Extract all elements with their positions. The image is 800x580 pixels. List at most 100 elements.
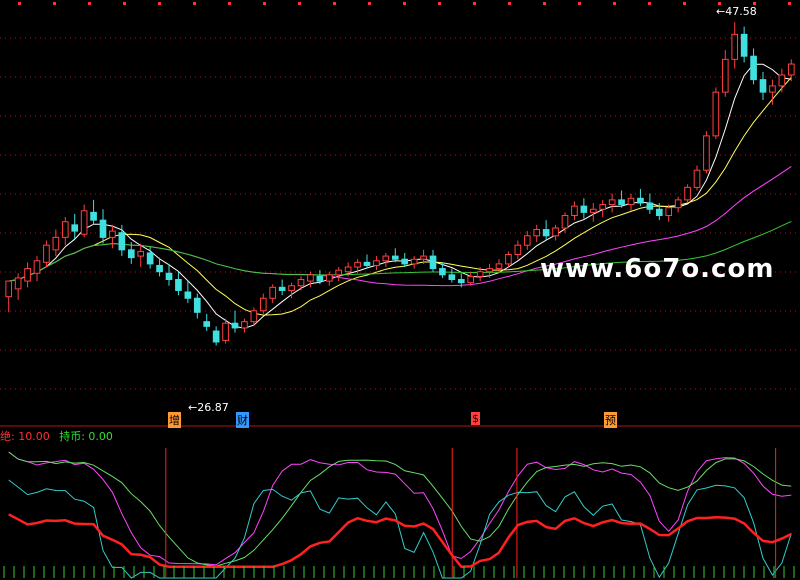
candle-body-51 [486,268,493,273]
candle-body-23 [222,322,229,341]
candle-body-75 [712,91,720,137]
candle-body-24 [231,322,239,329]
event-marker-dividend[interactable]: $ [471,412,480,425]
candle-body-2 [24,268,31,282]
low-price-value: 26.87 [197,401,229,414]
top-axis-tick-14 [508,2,511,5]
top-axis-tick-2 [88,2,91,5]
candle-body-19 [184,291,192,299]
candle-body-30 [288,285,295,291]
top-axis-tick-13 [473,2,476,5]
candle-body-54 [514,244,522,256]
candle-body-50 [476,271,484,277]
ma-line-5 [8,63,792,329]
candle-body-62 [589,208,597,213]
top-axis-tick-15 [543,2,546,5]
candle-body-65 [618,199,625,206]
candle-body-61 [580,205,588,213]
candle-body-11 [109,230,116,238]
candle-body-76 [721,58,729,93]
candle-body-63 [599,204,607,210]
candle-body-29 [278,286,286,291]
candle-body-64 [608,199,616,206]
event-marker-increase[interactable]: 增 [168,412,181,428]
candle-body-83 [787,63,795,76]
top-axis-tick-18 [648,2,651,5]
candle-body-43 [410,258,418,265]
top-axis-tick-12 [438,2,441,5]
candle-body-57 [542,229,550,237]
candle-body-10 [99,219,107,238]
candle-body-1 [14,277,22,290]
candle-body-56 [533,229,541,237]
candle-body-9 [90,211,97,221]
top-axis-tick-1 [53,2,56,5]
candle-body-27 [259,297,267,312]
event-marker-finance[interactable]: 财 [236,412,249,428]
top-axis-tick-6 [228,2,231,5]
candle-body-41 [391,255,399,260]
candle-body-31 [297,279,305,287]
candle-body-18 [175,279,182,291]
candle-body-48 [457,279,465,284]
candle-body-15 [146,252,154,265]
candle-body-37 [354,261,361,268]
candlestick-chart [0,2,800,579]
candle-body-16 [156,264,163,273]
top-axis-tick-17 [613,2,616,5]
candle-body-58 [552,227,559,237]
candle-body-26 [250,310,258,323]
high-arrow-icon: ← [716,5,726,18]
top-axis-tick-7 [263,2,266,5]
candle-body-53 [505,254,512,265]
top-axis-tick-8 [298,2,301,5]
candle-body-55 [523,235,531,246]
candle-body-22 [212,330,220,343]
indicator-line-cyan [8,479,792,579]
candle-body-66 [627,197,635,206]
candle-body-0 [5,280,13,298]
candle-body-17 [165,272,173,281]
candle-body-34 [325,274,333,282]
candle-body-72 [684,186,691,201]
top-axis-tick-4 [158,2,161,5]
indicator-legend: 绝: 10.00 持币: 0.00 [0,428,119,444]
candle-body-3 [33,260,41,274]
candle-body-4 [43,244,50,263]
low-arrow-icon: ← [188,401,198,414]
sell-signal-label: 绝: 10.00 [0,430,50,443]
candle-body-42 [401,258,409,265]
candle-body-45 [429,255,437,270]
candle-body-60 [571,205,578,216]
candle-body-25 [241,321,248,329]
candle-body-80 [759,79,767,93]
top-axis-tick-10 [368,2,371,5]
candle-body-78 [740,33,748,57]
candle-body-69 [655,208,663,216]
candle-body-20 [193,297,201,313]
watermark-text: www.6o7o.com [540,254,775,284]
high-price-label: ←47.58 [716,5,757,18]
candle-body-70 [665,207,673,216]
candle-body-74 [703,135,710,171]
candle-body-79 [750,55,757,81]
candle-body-46 [439,268,446,276]
candle-body-71 [674,199,682,209]
low-price-label: ←26.87 [188,401,229,414]
event-marker-label: 增 [169,414,180,427]
candle-body-38 [363,261,371,266]
candle-body-36 [344,266,352,273]
candle-body-39 [373,260,380,266]
candle-body-67 [637,197,644,204]
event-marker-forecast[interactable]: 预 [604,412,617,428]
candle-body-82 [778,74,786,87]
candle-body-6 [61,221,69,238]
top-axis-tick-9 [333,2,336,5]
candle-body-40 [382,255,390,262]
event-marker-label: 财 [237,414,248,427]
event-marker-label: 预 [605,414,616,427]
top-axis-tick-5 [193,2,196,5]
candle-body-49 [467,275,475,284]
top-axis-tick-3 [123,2,126,5]
high-price-value: 47.58 [725,5,757,18]
